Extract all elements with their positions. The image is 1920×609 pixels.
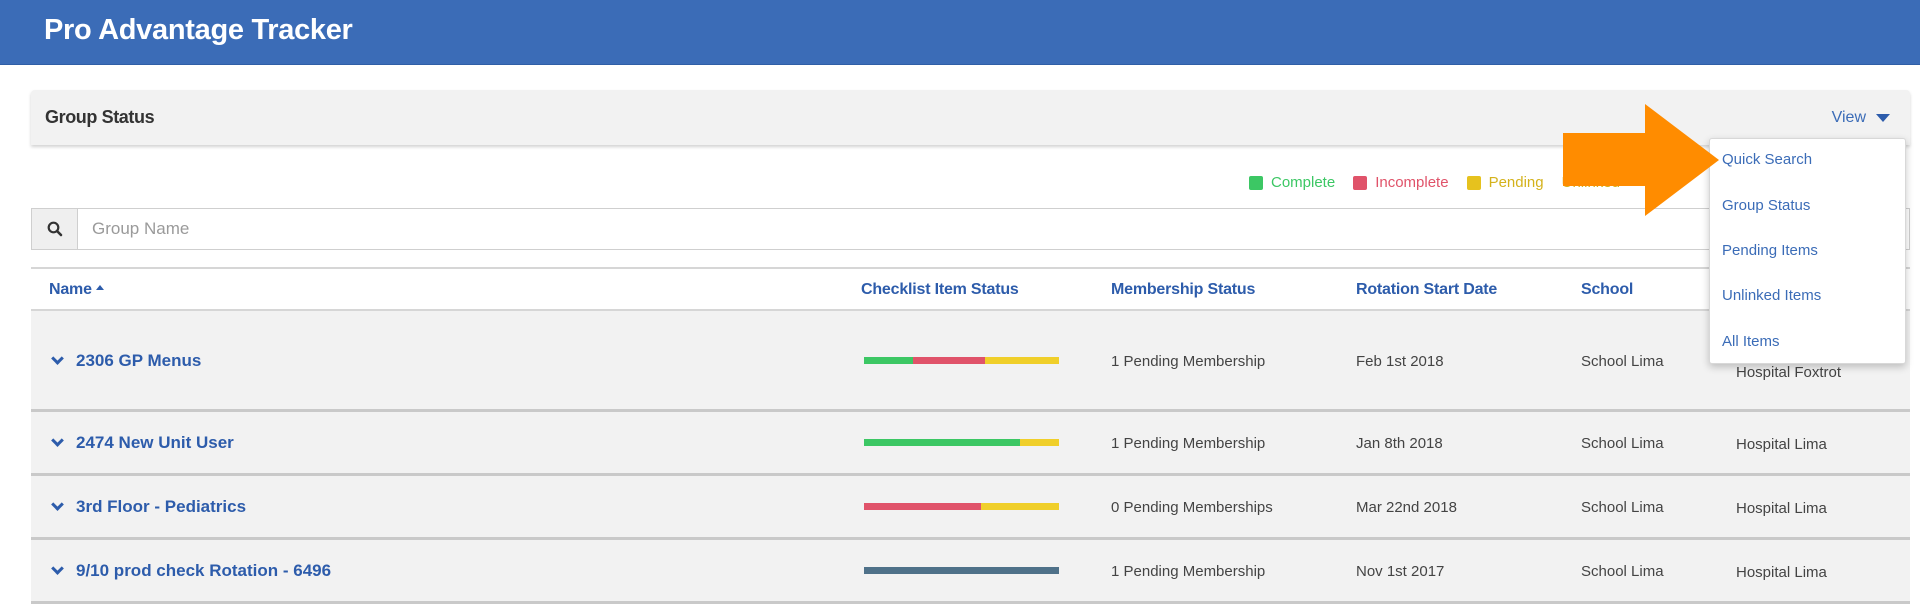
menu-item-group-status[interactable]: Group Status [1722, 197, 1810, 214]
checklist-segment-pending [1020, 439, 1059, 446]
checklist-segment-none [864, 567, 1059, 574]
panel-title: Group Status [45, 107, 155, 127]
menu-item-quick-search[interactable]: Quick Search [1722, 151, 1812, 168]
group-name-link[interactable]: 2474 New Unit User [49, 433, 234, 453]
legend-label: Pending [1488, 174, 1544, 191]
hospital-name: Hospital Lima [1736, 436, 1827, 453]
column-header-school[interactable]: School [1581, 281, 1633, 299]
view-dropdown-menu: Quick Search Group Status Pending Items … [1709, 138, 1906, 364]
table-row: 3rd Floor - Pediatrics 0 Pending Membersh… [31, 476, 1910, 540]
search-addon [32, 209, 78, 249]
legend-label: Complete [1270, 174, 1336, 191]
rotation-start-date: Nov 1st 2017 [1356, 563, 1445, 580]
membership-status: 1 Pending Membership [1111, 353, 1266, 370]
column-label: Name [49, 281, 92, 298]
checklist-segment-pending [984, 357, 1059, 364]
hospital-name: Hospital Lima [1736, 500, 1827, 517]
membership-status: 0 Pending Memberships [1111, 499, 1273, 516]
group-name-link[interactable]: 3rd Floor - Pediatrics [49, 497, 246, 517]
sort-ascending-icon [95, 285, 104, 290]
school: School Lima [1581, 499, 1664, 516]
menu-item-unlinked-items[interactable]: Unlinked Items [1722, 287, 1821, 304]
checklist-segment-incomplete [912, 357, 985, 364]
membership-status: 1 Pending Membership [1111, 435, 1266, 452]
legend-label: Incomplete [1375, 174, 1449, 191]
table-row: 9/10 prod check Rotation - 6496 1 Pending… [31, 540, 1910, 604]
legend-swatch-complete [1248, 175, 1263, 190]
search-icon [47, 221, 62, 237]
checklist-status-bar [864, 567, 1059, 574]
group-name-link[interactable]: 2306 GP Menus [49, 351, 201, 371]
column-header-membership-status[interactable]: Membership Status [1111, 281, 1255, 299]
legend-item-complete: Complete [1248, 174, 1336, 191]
column-header-name[interactable]: Name [49, 281, 104, 299]
view-label: View [1831, 109, 1866, 126]
checklist-segment-complete [864, 439, 1020, 446]
school: School Lima [1581, 563, 1664, 580]
checklist-segment-complete [864, 357, 913, 364]
checklist-segment-pending [981, 503, 1059, 510]
checklist-status-bar [864, 439, 1059, 446]
hospital-name: Hospital Foxtrot [1736, 364, 1842, 381]
table-row: 2306 GP Menus 1 Pending Membership Feb 1st… [31, 311, 1910, 412]
menu-item-all-items[interactable]: All Items [1722, 333, 1780, 350]
checklist-status-bar [864, 503, 1059, 510]
hospital-list: Hospital Lima [1736, 563, 1827, 583]
chevron-down-icon[interactable] [51, 498, 64, 511]
column-header-rotation-start-date[interactable]: Rotation Start Date [1356, 281, 1497, 299]
table-header: Name Checklist Item Status Membership St… [31, 267, 1910, 311]
group-name[interactable]: 3rd Floor - Pediatrics [76, 497, 246, 517]
membership-status: 1 Pending Membership [1111, 563, 1266, 580]
group-status-table: Name Checklist Item Status Membership St… [31, 267, 1910, 604]
group-name-link[interactable]: 9/10 prod check Rotation - 6496 [49, 561, 331, 581]
hospital-list: Hospital Lima [1736, 435, 1827, 455]
app-title: Pro Advantage Tracker [44, 14, 353, 46]
rotation-start-date: Jan 8th 2018 [1356, 435, 1443, 452]
annotation-arrow-icon [1563, 104, 1719, 216]
hospital-list: Hospital Lima [1736, 499, 1827, 519]
rotation-start-date: Feb 1st 2018 [1356, 353, 1444, 370]
view-dropdown-button[interactable]: View [1832, 109, 1890, 127]
app-header: Pro Advantage Tracker [0, 0, 1920, 65]
chevron-down-icon[interactable] [51, 562, 64, 575]
school: School Lima [1581, 353, 1664, 370]
checklist-segment-incomplete [864, 503, 981, 510]
legend-item-incomplete: Incomplete [1353, 174, 1449, 191]
column-header-checklist-item-status[interactable]: Checklist Item Status [861, 281, 1019, 299]
school: School Lima [1581, 435, 1664, 452]
group-name[interactable]: 2306 GP Menus [76, 351, 201, 371]
table-row: 2474 New Unit User 1 Pending Membership Ja… [31, 412, 1910, 476]
menu-item-pending-items[interactable]: Pending Items [1722, 242, 1818, 259]
legend-swatch-pending [1466, 175, 1481, 190]
rotation-start-date: Mar 22nd 2018 [1356, 499, 1457, 516]
chevron-down-icon[interactable] [51, 352, 64, 365]
chevron-down-icon[interactable] [51, 434, 64, 447]
legend-swatch-incomplete [1353, 175, 1368, 190]
group-name[interactable]: 9/10 prod check Rotation - 6496 [76, 561, 331, 581]
checklist-status-bar [864, 357, 1059, 364]
legend-item-pending: Pending [1466, 174, 1544, 191]
group-name[interactable]: 2474 New Unit User [76, 433, 234, 453]
caret-down-icon [1876, 114, 1890, 122]
arrow-shape [1563, 104, 1719, 216]
hospital-name: Hospital Lima [1736, 564, 1827, 581]
